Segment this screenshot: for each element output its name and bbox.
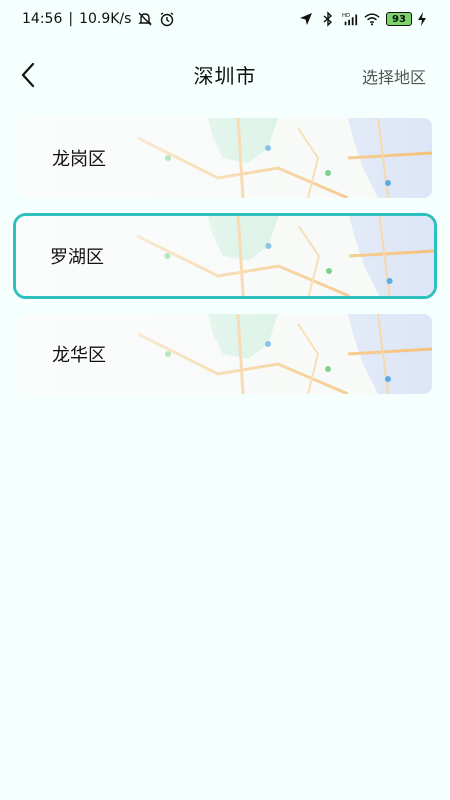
location-icon — [298, 11, 314, 27]
signal-hd-icon: HD — [342, 11, 358, 27]
status-divider: | — [68, 11, 74, 27]
district-name: 罗湖区 — [50, 247, 104, 268]
bluetooth-icon — [320, 11, 336, 27]
battery-indicator: 93 — [386, 11, 430, 27]
status-bar: 14:56 | 10.9K/s HD 93 — [0, 0, 450, 38]
wifi-icon — [364, 11, 380, 27]
alarm-icon — [159, 11, 175, 27]
district-name: 龙华区 — [52, 345, 106, 366]
district-name: 龙岗区 — [52, 149, 106, 170]
district-card-longhua[interactable]: 龙华区 — [18, 314, 432, 394]
status-net-speed: 10.9K/s — [79, 11, 132, 27]
battery-level: 93 — [386, 12, 412, 26]
charging-icon — [414, 11, 430, 27]
select-region-button[interactable]: 选择地区 — [362, 64, 426, 88]
screen: 14:56 | 10.9K/s HD 93 深圳市 选择地区 龙岗区 罗湖区 龙… — [0, 0, 450, 800]
status-right: HD 93 — [298, 11, 430, 27]
district-card-longgang[interactable]: 龙岗区 — [18, 118, 432, 198]
mute-icon — [137, 11, 153, 27]
district-card-luohu[interactable]: 罗湖区 — [13, 213, 437, 299]
district-list: 龙岗区 罗湖区 龙华区 — [13, 118, 437, 412]
status-time: 14:56 — [22, 11, 63, 27]
status-left: 14:56 | 10.9K/s — [22, 11, 175, 27]
svg-text:HD: HD — [342, 13, 350, 19]
header: 深圳市 选择地区 — [0, 50, 450, 100]
